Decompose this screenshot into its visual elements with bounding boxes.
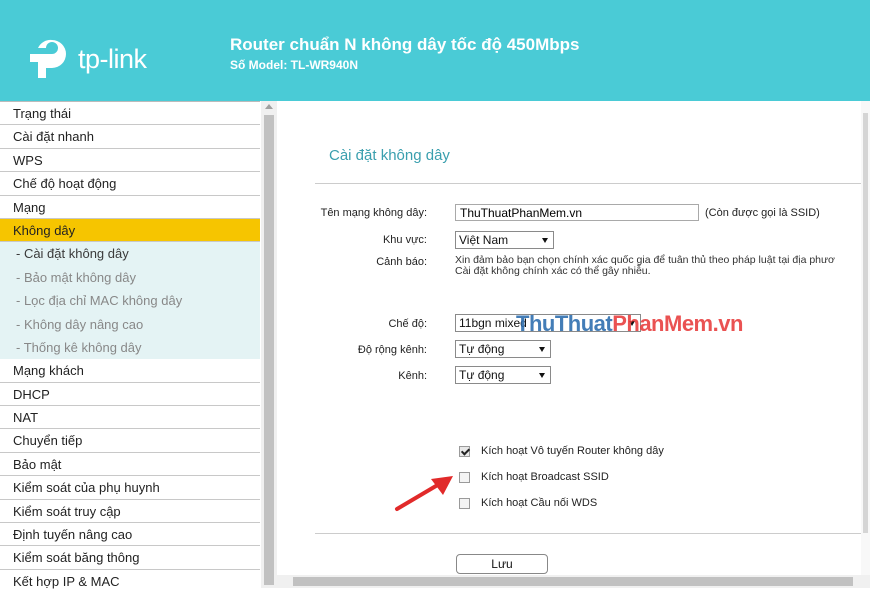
logo-text: tp-link	[78, 44, 147, 74]
main-content: Cài đặt không dây Tên mạng không dây: (C…	[277, 101, 870, 588]
sidebar-subitem[interactable]: - Thống kê không dây	[0, 335, 260, 360]
product-title: Router chuẩn N không dây tốc độ 450Mbps	[230, 35, 580, 54]
divider	[315, 533, 863, 534]
channel-label: Kênh:	[398, 370, 427, 382]
main-vertical-scroll-thumb[interactable]	[863, 113, 868, 533]
divider	[315, 183, 863, 184]
sidebar-item[interactable]: Kiểm soát của phụ huynh	[0, 476, 260, 500]
tp-link-logo[interactable]: tp-link	[30, 36, 170, 80]
sidebar-subitem[interactable]: - Bảo mật không dây	[0, 265, 260, 290]
enable-radio-label: Kích hoạt Vô tuyến Router không dây	[481, 445, 664, 457]
save-button[interactable]: Lưu	[456, 554, 548, 574]
region-value: Việt Nam	[459, 233, 509, 247]
warning-line-2: Cài đặt không chính xác có thể gây nhiễu…	[455, 265, 651, 277]
sidebar-item[interactable]: Kiểm soát băng thông	[0, 546, 260, 570]
scroll-up-icon[interactable]	[265, 104, 273, 109]
broadcast-ssid-checkbox[interactable]	[459, 472, 470, 483]
channel-select[interactable]: Tự động	[455, 366, 551, 384]
watermark-part-b: PhanMem.vn	[612, 311, 743, 336]
main-horizontal-scroll-thumb[interactable]	[293, 577, 853, 586]
sidebar-item[interactable]: Cài đặt nhanh	[0, 125, 260, 149]
chevron-down-icon	[539, 347, 545, 352]
mode-label: Chế độ:	[388, 318, 427, 330]
watermark-part-a: ThuThuat	[516, 311, 613, 336]
channel-width-value: Tự động	[459, 342, 505, 356]
sidebar-item[interactable]: Chế độ hoạt động	[0, 172, 260, 196]
sidebar-scroll-thumb[interactable]	[264, 115, 274, 585]
sidebar-item[interactable]: Chuyển tiếp	[0, 429, 260, 453]
sidebar-subitem[interactable]: - Lọc địa chỉ MAC không dây	[0, 289, 260, 313]
sidebar-scrollbar[interactable]	[261, 101, 277, 588]
sidebar-subitem[interactable]: - Không dây nâng cao	[0, 312, 260, 336]
sidebar-item[interactable]: NAT	[0, 406, 260, 430]
sidebar-item[interactable]: Trạng thái	[0, 102, 260, 126]
ssid-label: Tên mạng không dây:	[320, 207, 427, 219]
sidebar-menu: Trạng thái Cài đặt nhanh WPS Chế độ hoạt độ…	[0, 101, 260, 589]
sidebar-item[interactable]: Kiểm soát truy cập	[0, 499, 260, 524]
enable-radio-checkbox[interactable]	[459, 446, 470, 457]
ssid-note: (Còn được gọi là SSID)	[705, 207, 820, 219]
wds-bridge-checkbox[interactable]	[459, 498, 470, 509]
main-vertical-scrollbar[interactable]	[861, 101, 870, 575]
red-arrow-icon	[395, 476, 453, 511]
broadcast-ssid-label: Kích hoạt Broadcast SSID	[481, 471, 609, 483]
ssid-input[interactable]	[455, 204, 699, 221]
chevron-down-icon	[542, 238, 548, 243]
warning-text: Xin đảm bảo bạn chọn chính xác quốc gia …	[455, 255, 870, 277]
chevron-down-icon	[539, 373, 545, 378]
wds-bridge-label: Kích hoạt Cầu nối WDS	[481, 497, 598, 509]
channel-width-select[interactable]: Tự động	[455, 340, 551, 358]
sidebar-subitem[interactable]: - Cài đặt không dây	[0, 242, 260, 266]
channel-width-label: Độ rộng kênh:	[357, 344, 427, 356]
header-bar: tp-link Router chuẩn N không dây tốc độ …	[0, 0, 870, 101]
sidebar-item[interactable]: Định tuyến nâng cao	[0, 523, 260, 547]
region-select[interactable]: Việt Nam	[455, 231, 554, 249]
channel-value: Tự động	[459, 368, 505, 382]
sidebar-item[interactable]: WPS	[0, 148, 260, 173]
sidebar-item[interactable]: Kết hợp IP & MAC	[0, 569, 260, 589]
warning-label: Cảnh báo:	[376, 256, 427, 268]
main-horizontal-scrollbar[interactable]	[277, 575, 870, 588]
region-label: Khu vực:	[382, 234, 427, 246]
sidebar-item[interactable]: Không dây	[0, 218, 260, 243]
page-title: Cài đặt không dây	[329, 147, 450, 164]
sidebar-item[interactable]: Mạng	[0, 195, 260, 219]
watermark: ThuThuatPhanMem.vn	[516, 311, 743, 337]
model-number: Số Model: TL-WR940N	[230, 58, 358, 72]
sidebar-item[interactable]: Mạng khách	[0, 359, 260, 383]
sidebar-item[interactable]: Bảo mật	[0, 452, 260, 477]
sidebar-item[interactable]: DHCP	[0, 382, 260, 407]
tp-link-logo-icon	[30, 39, 66, 78]
